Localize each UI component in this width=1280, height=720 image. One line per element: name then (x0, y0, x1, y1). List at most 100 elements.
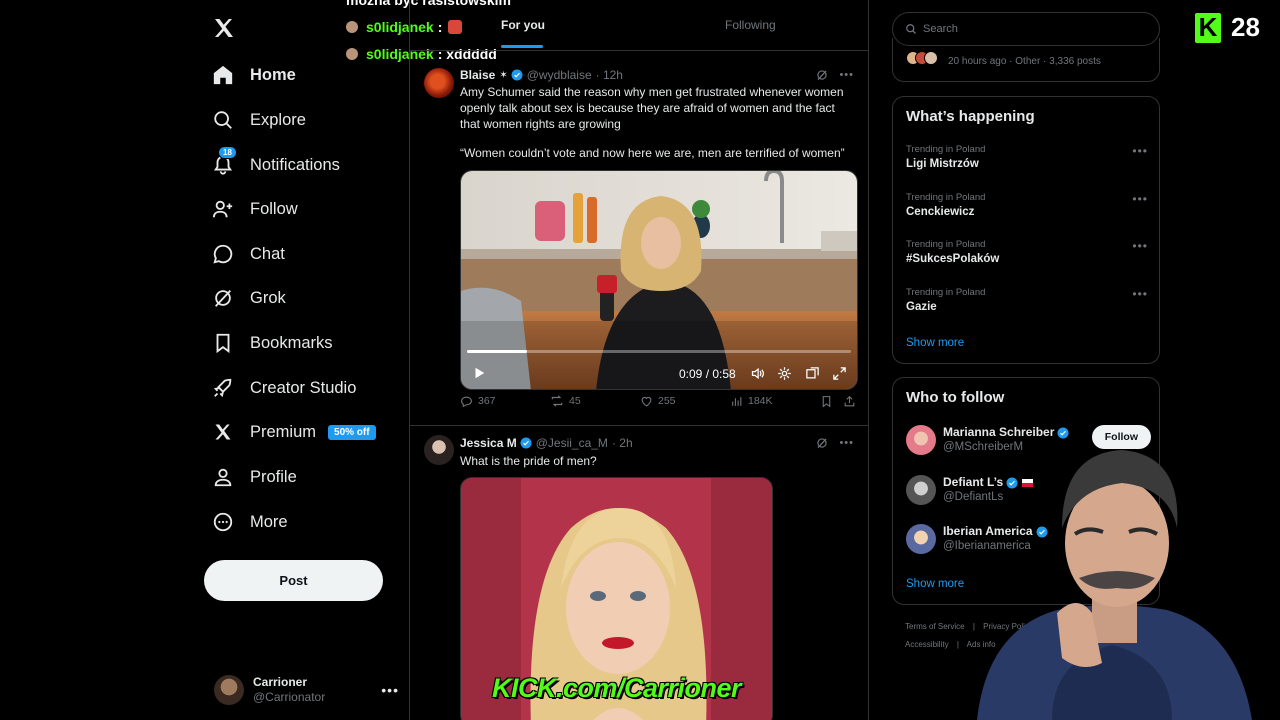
tweet-author-handle[interactable]: @wydblaise (527, 68, 592, 82)
more-horizontal-icon[interactable]: ••• (839, 437, 854, 449)
views-button[interactable]: 184K (730, 395, 773, 408)
more-horizontal-icon[interactable]: ••• (839, 69, 854, 81)
nav-item-grok[interactable]: Grok (210, 278, 286, 318)
grok-icon[interactable] (815, 436, 829, 450)
nav-item-bookmarks[interactable]: Bookmarks (210, 323, 333, 363)
play-icon[interactable] (472, 366, 486, 380)
tweet-timestamp[interactable]: · 12h (596, 68, 623, 82)
chat-bubble-icon (210, 241, 236, 267)
like-button[interactable]: 255 (640, 395, 676, 408)
nav-label: Follow (250, 199, 298, 218)
tweet[interactable]: Blaise ✶ @wydblaise · 12h ••• Amy Schume… (410, 52, 868, 426)
trend-topic: Ligi Mistrzów (906, 158, 979, 170)
active-tab-indicator (501, 45, 543, 48)
trend-item[interactable]: Trending in Poland Gazie ••• (906, 287, 1148, 313)
terms-link[interactable]: Terms of Service (905, 622, 965, 631)
video-player[interactable]: 0:09 / 0:58 (460, 170, 858, 390)
tweet-author-handle[interactable]: @Jesii_ca_M (536, 436, 608, 450)
nav-label: Bookmarks (250, 333, 333, 352)
more-horizontal-icon[interactable]: ••• (1132, 192, 1148, 206)
account-name: Carrioner (253, 675, 308, 689)
whats-happening-card: What’s happening Trending in Poland Ligi… (892, 96, 1160, 364)
reply-icon (461, 396, 472, 407)
tweet-author-name[interactable]: Blaise (460, 68, 495, 82)
video-time: 0:09 / 0:58 (679, 367, 736, 381)
more-horizontal-icon: ••• (381, 682, 399, 698)
x-logo-icon (210, 419, 236, 445)
nav-label: Chat (250, 244, 285, 263)
nav-item-chat[interactable]: Chat (210, 234, 285, 274)
trend-topic: Cenckiewicz (906, 206, 975, 218)
search-input[interactable] (923, 23, 1123, 35)
trend-context: Trending in Poland (906, 287, 986, 298)
nav-item-home[interactable]: Home (210, 55, 296, 95)
picture-in-picture-icon[interactable] (805, 366, 820, 381)
tweet-text: Amy Schumer said the reason why men get … (460, 85, 844, 131)
volume-icon[interactable] (750, 366, 765, 381)
bell-icon: 18 (210, 146, 237, 178)
settings-gear-icon[interactable] (777, 366, 792, 381)
analytics-bars-icon (732, 396, 742, 406)
show-more-link[interactable]: Show more (906, 578, 964, 590)
bookmark-icon (210, 330, 236, 356)
view-count: 184K (748, 395, 773, 407)
accessibility-link[interactable]: Accessibility (905, 640, 949, 649)
avatar[interactable] (424, 435, 454, 465)
rocket-icon (210, 375, 236, 401)
bookmark-icon[interactable] (820, 395, 833, 408)
video-frame (461, 171, 857, 389)
nav-label: Profile (250, 467, 297, 486)
avatar[interactable] (424, 68, 454, 98)
nav-item-profile[interactable]: Profile (210, 457, 297, 497)
verified-badge-icon (520, 437, 532, 449)
like-count: 255 (658, 395, 676, 407)
trending-card-partial[interactable]: 20 hours ago · Other · 3,336 posts (892, 38, 1160, 82)
more-horizontal-icon[interactable]: ••• (1132, 144, 1148, 158)
avatar (906, 524, 936, 554)
video-progress-track[interactable] (467, 350, 851, 353)
repost-button[interactable]: 45 (550, 394, 581, 408)
nav-item-notifications[interactable]: 18 Notifications (210, 145, 340, 185)
account-switcher[interactable]: Carrioner @Carrionator ••• (214, 673, 399, 707)
tweet-text-quote: “Women couldn’t vote and now here we are… (460, 146, 845, 160)
grok-icon[interactable] (815, 68, 829, 82)
trend-item[interactable]: Trending in Poland #SukcesPolaków ••• (906, 239, 1148, 265)
tweet-timestamp[interactable]: · 2h (612, 436, 633, 450)
search-icon (906, 24, 916, 34)
trend-topic: Gazie (906, 301, 937, 313)
nav-item-premium[interactable]: Premium 50% off (210, 412, 376, 452)
share-icon[interactable] (843, 395, 856, 408)
tweet-author-name[interactable]: Jessica M (460, 436, 517, 450)
tweet-text: What is the pride of men? (460, 454, 597, 468)
trend-item[interactable]: Trending in Poland Cenckiewicz ••• (906, 192, 1148, 218)
trend-context: Trending in Poland (906, 144, 986, 155)
fullscreen-icon[interactable] (832, 366, 847, 381)
show-more-link[interactable]: Show more (906, 337, 964, 349)
reply-button[interactable]: 367 (460, 395, 496, 408)
trend-context: Trending in Poland (906, 239, 986, 250)
tab-following[interactable]: Following (725, 0, 776, 50)
premium-discount-badge: 50% off (328, 424, 376, 440)
nav-item-follow[interactable]: Follow (210, 189, 298, 229)
verified-badge-icon (511, 69, 523, 81)
x-logo-icon[interactable] (212, 16, 238, 42)
sparkle-icon: ✶ (499, 69, 508, 81)
nav-label: Premium (250, 422, 317, 441)
home-icon (210, 62, 236, 88)
verified-badge-icon (1057, 427, 1069, 438)
post-button[interactable]: Post (204, 560, 383, 601)
nav-item-more[interactable]: More (210, 502, 288, 542)
nav-label: Grok (250, 288, 286, 307)
heart-icon (641, 396, 652, 406)
more-horizontal-icon[interactable]: ••• (1132, 239, 1148, 253)
timeline: For you Following Blaise ✶ @wydblaise · … (409, 0, 869, 720)
more-horizontal-icon[interactable]: ••• (1132, 287, 1148, 301)
nav-item-explore[interactable]: Explore (210, 100, 306, 140)
video-progress-fill (467, 350, 527, 353)
nav-item-creator-studio[interactable]: Creator Studio (210, 368, 356, 408)
section-title: Who to follow (906, 389, 1005, 406)
trend-item[interactable]: Trending in Poland Ligi Mistrzów ••• (906, 144, 1148, 170)
kick-channel-url: KICK.com/Carrioner (492, 673, 742, 703)
avatar-stack (906, 51, 938, 65)
tab-for-you[interactable]: For you (501, 0, 545, 50)
